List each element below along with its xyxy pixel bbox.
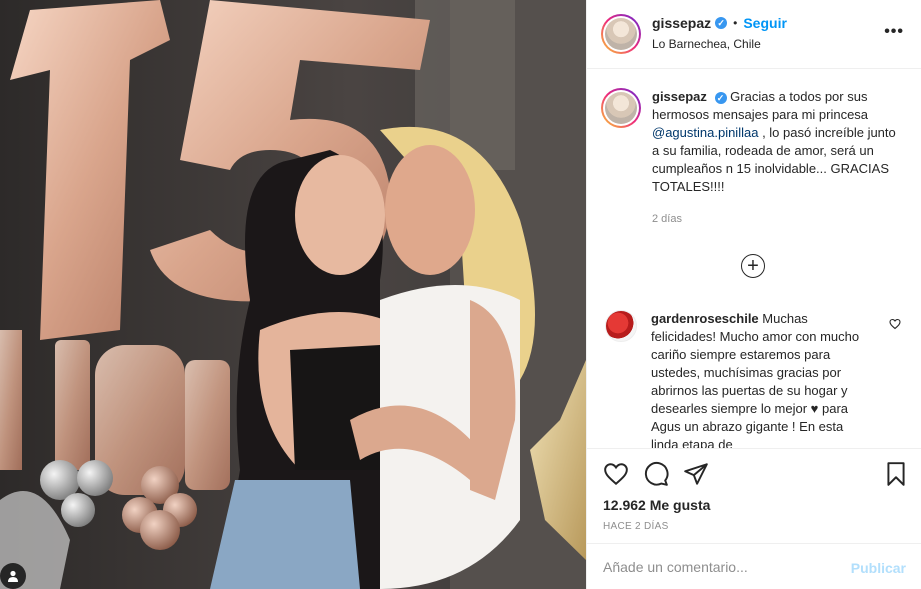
comment-bubble-icon[interactable]: [643, 461, 669, 487]
separator-dot: •: [733, 16, 738, 30]
comment-username[interactable]: gardenroseschile: [651, 311, 759, 326]
post-actions: 12.962 Me gusta HACE 2 DÍAS: [587, 448, 921, 543]
author-avatar[interactable]: [601, 14, 641, 54]
caption-avatar[interactable]: [601, 88, 641, 128]
photo-illustration: [0, 0, 586, 589]
post-photo[interactable]: [0, 0, 586, 589]
post-side-panel: gissepaz ✓ • Seguir Lo Barnechea, Chile …: [586, 0, 921, 589]
heart-icon[interactable]: [603, 461, 629, 487]
verified-badge-icon: ✓: [714, 92, 727, 104]
paper-plane-icon[interactable]: [683, 461, 709, 487]
comment-item: gardenroseschile Muchas felicidades! Muc…: [605, 310, 905, 448]
add-comment-bar: Publicar: [587, 543, 921, 589]
post-header: gissepaz ✓ • Seguir Lo Barnechea, Chile …: [587, 0, 921, 69]
caption-username[interactable]: gissepaz: [652, 89, 707, 104]
post-caption: gissepaz ✓ Gracias a todos por sus hermo…: [601, 88, 911, 228]
publish-button[interactable]: Publicar: [851, 560, 906, 576]
bookmark-icon[interactable]: [883, 461, 909, 487]
caption-mention-link[interactable]: @agustina.pinillaa: [652, 125, 758, 140]
post-location[interactable]: Lo Barnechea, Chile: [652, 37, 787, 51]
follow-button[interactable]: Seguir: [743, 15, 787, 31]
likes-count[interactable]: 12.962 Me gusta: [603, 497, 710, 513]
user-tag-button[interactable]: [0, 563, 26, 589]
author-username[interactable]: gissepaz: [652, 15, 711, 31]
comment-input[interactable]: [603, 558, 833, 575]
user-tag-icon: [8, 570, 18, 582]
comment-heart-icon[interactable]: [889, 318, 901, 330]
comments-section[interactable]: gissepaz ✓ Gracias a todos por sus hermo…: [587, 70, 921, 448]
verified-badge-icon: ✓: [715, 17, 728, 29]
comment-avatar[interactable]: [605, 310, 637, 342]
post-date[interactable]: HACE 2 DÍAS: [603, 521, 669, 532]
comment-text: Muchas felicidades! Mucho amor con mucho…: [651, 311, 860, 448]
load-more-comments-button[interactable]: +: [741, 254, 765, 278]
more-options-button[interactable]: •••: [884, 24, 904, 40]
caption-timestamp: 2 días: [652, 213, 682, 225]
